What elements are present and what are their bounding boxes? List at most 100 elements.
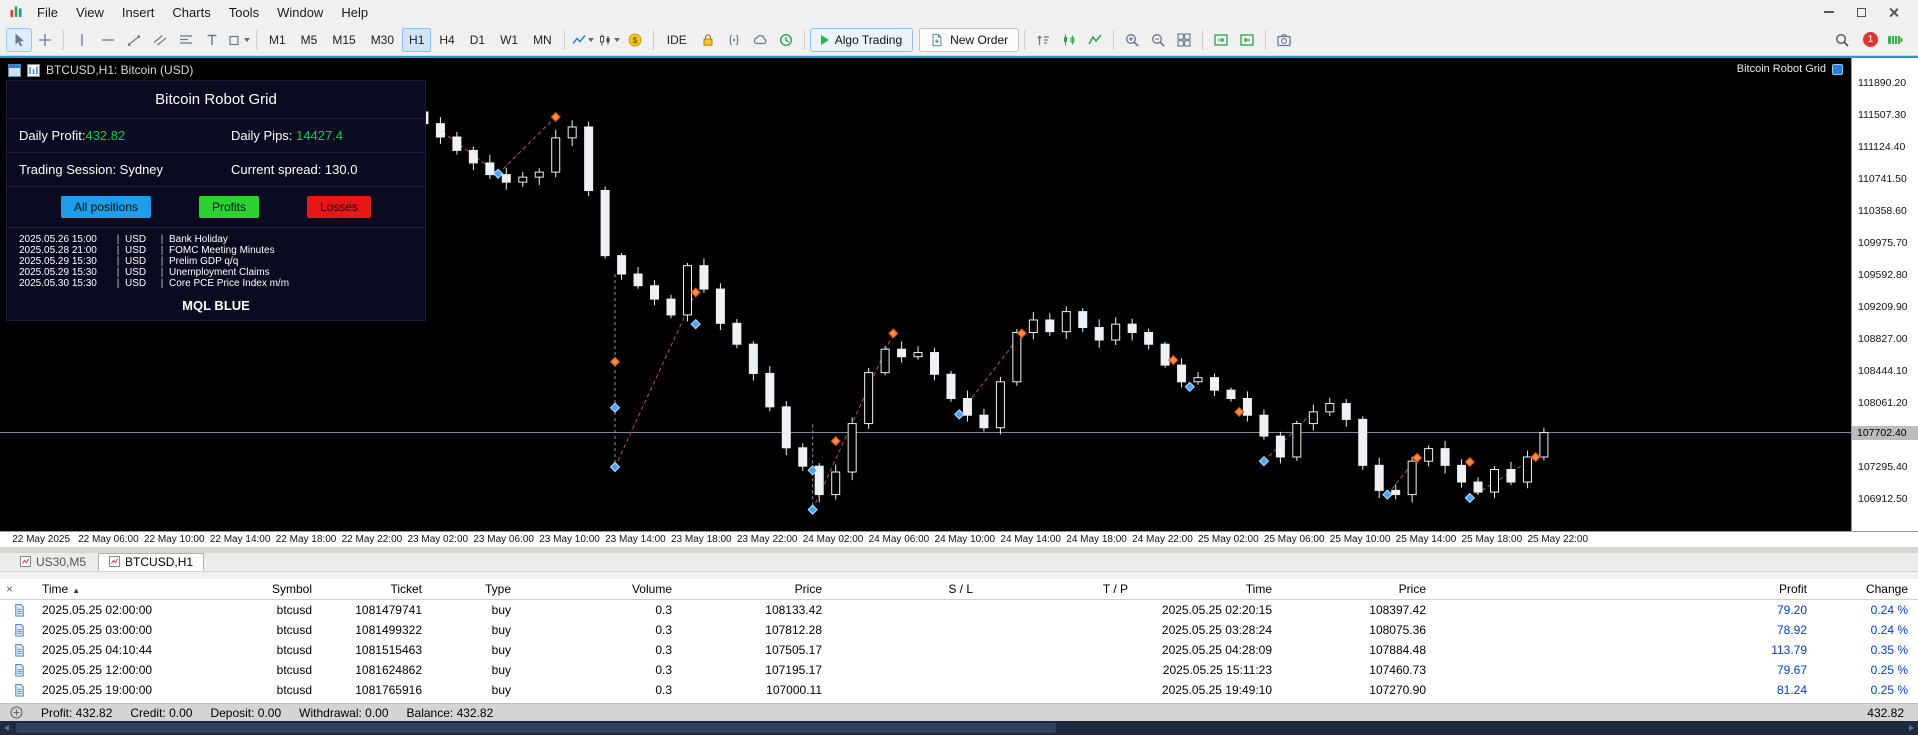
column-header-price[interactable]: Price <box>680 582 830 596</box>
menu-item-window[interactable]: Window <box>268 2 332 23</box>
timeframe-m1-button[interactable]: M1 <box>262 28 293 52</box>
timeframe-mn-button[interactable]: MN <box>526 28 559 52</box>
current-spread-text: Current spread: 130.0 <box>231 162 358 177</box>
daily-pips-label: Daily Pips: <box>231 128 297 143</box>
column-header-change[interactable]: Change <box>1815 582 1916 596</box>
chevron-down-icon <box>614 37 621 42</box>
news-event: FOMC Meeting Minutes <box>169 245 275 256</box>
maximize-button[interactable] <box>1854 5 1868 19</box>
lock-icon-button[interactable] <box>695 28 721 52</box>
new-order-button[interactable]: New Order <box>919 27 1020 52</box>
text-tool-button[interactable] <box>199 28 225 52</box>
scrollbar-thumb[interactable] <box>16 723 1056 733</box>
menu-item-view[interactable]: View <box>67 2 113 23</box>
all-positions-button[interactable]: All positions <box>60 196 151 218</box>
menu-item-charts[interactable]: Charts <box>163 2 219 23</box>
toolbar-separator <box>1024 29 1026 50</box>
zoom-in-button[interactable] <box>1119 28 1145 52</box>
menu-item-file[interactable]: File <box>28 2 67 23</box>
tile-windows-button[interactable] <box>1171 28 1197 52</box>
chart-type-button[interactable] <box>596 28 622 52</box>
news-separator: | <box>116 256 120 267</box>
timeframe-h4-button[interactable]: H4 <box>432 28 461 52</box>
column-header-time[interactable]: Time ▲ <box>36 582 200 596</box>
timeframe-d1-button[interactable]: D1 <box>463 28 492 52</box>
price-axis[interactable]: 111890.20 111507.30 111124.40 110741.50 1103… <box>1851 56 1918 531</box>
channel-tool-button[interactable] <box>147 28 173 52</box>
minimize-button[interactable] <box>1822 5 1836 19</box>
time-axis-label: 22 May 22:00 <box>341 534 403 545</box>
timeframe-w1-button[interactable]: W1 <box>493 28 525 52</box>
chart-tabs-bar: US30,M5 BTCUSD,H1 <box>0 553 1918 572</box>
timeframe-m5-button[interactable]: M5 <box>294 28 325 52</box>
timeframe-m30-button[interactable]: M30 <box>364 28 401 52</box>
cursor-tool-button[interactable] <box>6 27 32 52</box>
candle-pattern-icon-button[interactable] <box>1056 28 1082 52</box>
column-header-close_price[interactable]: Price <box>1280 582 1434 596</box>
fibonacci-tool-button[interactable] <box>173 28 199 52</box>
cell-close_price: 108397.42 <box>1369 603 1426 617</box>
crosshair-tool-button[interactable] <box>32 28 58 52</box>
column-header-volume[interactable]: Volume <box>519 582 680 596</box>
chart-title-row: BTCUSD,H1: Bitcoin (USD) <box>8 63 193 77</box>
history-row[interactable]: 2025.05.25 12:00:00 btcusd 1081624862 buy 0.… <box>0 660 1918 680</box>
history-row[interactable]: 2025.05.25 19:00:00 btcusd 1081765916 buy 0.… <box>0 680 1918 700</box>
shapes-tool-button[interactable] <box>225 28 251 52</box>
timeframe-h1-button[interactable]: H1 <box>402 27 432 52</box>
history-row[interactable]: 2025.05.25 03:00:00 btcusd 1081499322 buy 0.… <box>0 620 1918 640</box>
tab-us30-m5[interactable]: US30,M5 <box>10 553 96 571</box>
cell-profit: 113.79 <box>1771 643 1807 657</box>
column-header-ticket[interactable]: Ticket <box>320 582 430 596</box>
menu-item-help[interactable]: Help <box>332 2 377 23</box>
losses-button[interactable]: Losses <box>306 196 371 218</box>
time-axis[interactable]: 22 May 2025 22 May 06:00 22 May 10:00 22 Ma… <box>0 531 1918 547</box>
column-header-profit[interactable]: Profit <box>1434 582 1815 596</box>
zigzag-pattern-icon-button[interactable] <box>1082 28 1108 52</box>
sort-icon-button[interactable] <box>1030 28 1056 52</box>
cell-price: 108133.42 <box>765 603 822 617</box>
cell-symbol: btcusd <box>276 663 312 677</box>
profits-button[interactable]: Profits <box>198 196 259 218</box>
dock-window-out-button[interactable] <box>1234 28 1260 52</box>
timeframe-m15-button[interactable]: M15 <box>325 28 362 52</box>
cloud-icon-button[interactable] <box>747 28 773 52</box>
scroll-left-icon[interactable] <box>4 725 9 731</box>
close-button[interactable] <box>1886 5 1900 19</box>
menu-item-tools[interactable]: Tools <box>220 2 268 23</box>
column-header-tp[interactable]: T / P <box>981 582 1136 596</box>
tab-btcusd-h1[interactable]: BTCUSD,H1 <box>98 553 205 571</box>
horizontal-line-tool-button[interactable] <box>95 28 121 52</box>
ide-button[interactable]: IDE <box>659 29 695 51</box>
dock-window-in-button[interactable] <box>1208 28 1234 52</box>
time-axis-label: 25 May 02:00 <box>1198 534 1259 545</box>
summary-plus-icon[interactable] <box>10 706 23 719</box>
news-currency: USD <box>125 256 147 267</box>
currency-icon-button[interactable]: $ <box>622 28 648 52</box>
chart-plot[interactable]: BTCUSD,H1: Bitcoin (USD) Bitcoin Robot G… <box>0 56 1851 531</box>
trendline-tool-button[interactable] <box>121 28 147 52</box>
menu-item-insert[interactable]: Insert <box>113 2 164 23</box>
search-button[interactable] <box>1829 28 1855 52</box>
horizontal-scrollbar[interactable] <box>0 721 1918 735</box>
scroll-right-icon[interactable] <box>1909 725 1914 731</box>
column-header-symbol[interactable]: Symbol <box>200 582 320 596</box>
vertical-line-tool-button[interactable] <box>69 28 95 52</box>
column-header-sl[interactable]: S / L <box>830 582 981 596</box>
zoom-out-button[interactable] <box>1145 28 1171 52</box>
daily-profit-label: Daily Profit: <box>19 128 86 143</box>
close-toolbox-button[interactable]: × <box>0 582 36 596</box>
column-header-type[interactable]: Type <box>430 582 519 596</box>
history-row[interactable]: 2025.05.25 02:00:00 btcusd 1081479741 buy 0.… <box>0 600 1918 620</box>
column-header-close_time[interactable]: Time <box>1136 582 1280 596</box>
sync-icon-button[interactable] <box>773 28 799 52</box>
points-icon-button[interactable] <box>721 28 747 52</box>
robot-grid-icon[interactable] <box>1832 63 1843 75</box>
history-row[interactable]: 2025.05.25 04:10:44 btcusd 1081515463 buy 0.… <box>0 640 1918 660</box>
algo-trading-button[interactable]: Algo Trading <box>809 27 914 52</box>
time-axis-label: 24 May 14:00 <box>1000 534 1061 545</box>
screenshot-camera-button[interactable] <box>1271 28 1297 52</box>
notification-badge[interactable]: 1 <box>1863 32 1878 47</box>
cell-close_time: 2025.05.25 02:20:15 <box>1161 603 1272 617</box>
indicators-button[interactable] <box>570 28 596 52</box>
order-doc-icon <box>0 643 36 657</box>
